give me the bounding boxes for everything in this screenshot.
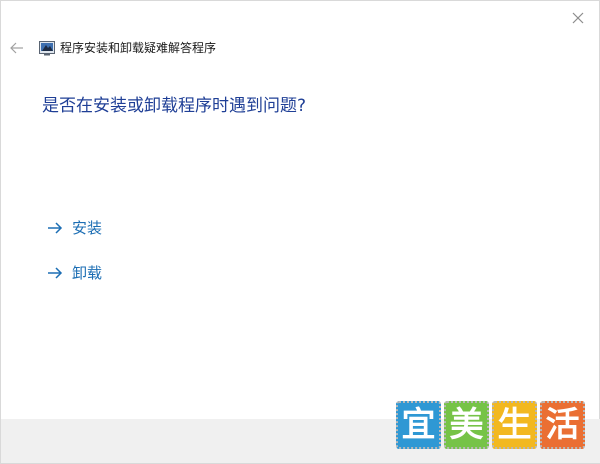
arrow-right-icon	[48, 266, 63, 279]
watermark-logo: 宜 美 生 活	[396, 401, 585, 449]
close-button[interactable]	[567, 7, 589, 29]
watermark-char: 生	[492, 401, 537, 449]
watermark-char: 宜	[396, 401, 441, 449]
install-option-link[interactable]: 安装	[47, 217, 102, 238]
watermark-char: 活	[540, 401, 585, 449]
troubleshooter-icon	[39, 40, 55, 55]
uninstall-option-link[interactable]: 卸载	[47, 262, 102, 283]
watermark-char: 美	[444, 401, 489, 449]
close-icon	[572, 12, 584, 24]
back-button[interactable]	[7, 38, 27, 58]
page-heading: 是否在安装或卸载程序时遇到问题?	[42, 96, 307, 116]
install-option-label: 安装	[72, 219, 103, 237]
back-arrow-icon	[10, 42, 23, 54]
uninstall-option-label: 卸载	[72, 264, 103, 282]
window-title: 程序安装和卸载疑难解答程序	[60, 41, 217, 55]
window-title-bar: 程序安装和卸载疑难解答程序	[39, 39, 216, 56]
arrow-right-icon	[48, 221, 63, 234]
troubleshooter-window: 程序安装和卸载疑难解答程序 是否在安装或卸载程序时遇到问题? 安装 卸载 宜 美…	[0, 0, 600, 464]
